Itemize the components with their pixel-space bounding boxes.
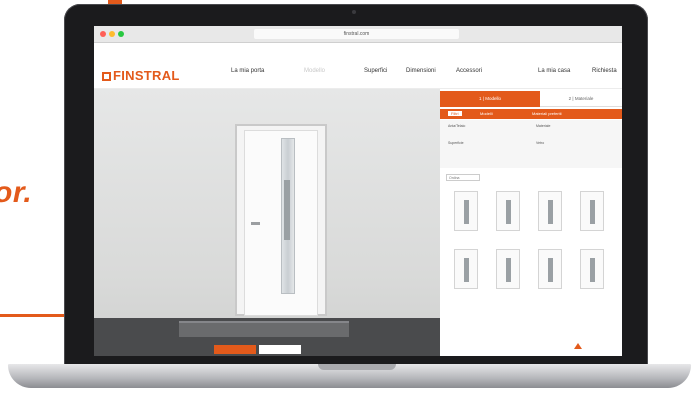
- scroll-up-arrow-icon[interactable]: [574, 343, 582, 349]
- view-inside-button[interactable]: [259, 345, 301, 354]
- view-outside-button[interactable]: [214, 345, 256, 354]
- filter-label-superficie: Superficie: [448, 141, 464, 145]
- orange-accent-line: [0, 314, 72, 317]
- filter-section: [440, 120, 622, 168]
- laptop-notch: [318, 364, 396, 370]
- model-thumbnail[interactable]: [454, 249, 478, 289]
- top-utility-strip: [94, 43, 622, 53]
- configurator-panel: 1 | Modello 2 | Materiale Filtri Modelli…: [440, 89, 622, 356]
- nav-item-la-mia-porta[interactable]: La mia porta: [231, 68, 264, 74]
- model-thumbnail[interactable]: [454, 191, 478, 231]
- model-thumbnail[interactable]: [496, 249, 520, 289]
- nav-item-richiesta[interactable]: Richiesta: [592, 68, 617, 74]
- nav-item-accessori[interactable]: Accessori: [456, 68, 482, 74]
- tab-modello[interactable]: 1 | Modello: [440, 91, 540, 107]
- finstral-logo[interactable]: FINSTRAL: [102, 68, 180, 83]
- browser-titlebar: finstral.com: [94, 26, 622, 43]
- url-bar[interactable]: finstral.com: [254, 29, 459, 39]
- logo-text: FINSTRAL: [113, 68, 180, 83]
- model-thumbnail[interactable]: [538, 191, 562, 231]
- background-headline-fragment: or.: [0, 176, 33, 209]
- nav-item-superfici[interactable]: Superfici: [364, 68, 387, 74]
- filter-label-materiale: Materiale: [536, 124, 551, 128]
- model-thumbnail[interactable]: [496, 191, 520, 231]
- minimize-dot-icon[interactable]: [109, 31, 115, 37]
- laptop-base: [8, 364, 691, 388]
- maximize-dot-icon[interactable]: [118, 31, 124, 37]
- model-thumbnail[interactable]: [538, 249, 562, 289]
- door-step: [179, 321, 349, 337]
- logo-mark-icon: [102, 72, 111, 81]
- camera-icon: [352, 10, 356, 14]
- close-dot-icon[interactable]: [100, 31, 106, 37]
- nav-item-modello[interactable]: Modello: [304, 68, 325, 74]
- model-thumbnail[interactable]: [580, 191, 604, 231]
- subtab-bar: [440, 109, 622, 119]
- subtab-materiali-preferiti[interactable]: Materiali preferiti: [532, 111, 562, 116]
- model-thumbnail[interactable]: [580, 249, 604, 289]
- subtab-filtri[interactable]: Filtri: [448, 111, 462, 116]
- sort-dropdown[interactable]: Ordina: [446, 174, 480, 181]
- laptop-screen: finstral.com FINSTRAL La mia porta Model…: [94, 26, 622, 356]
- nav-item-la-mia-casa[interactable]: La mia casa: [538, 68, 570, 74]
- door-handle: [251, 222, 260, 225]
- tab-materiale[interactable]: 2 | Materiale: [540, 91, 622, 107]
- door-glass-pattern: [284, 180, 290, 240]
- filter-label-anta: Anta/Telaio: [448, 124, 466, 128]
- filter-label-vetro: Vetro: [536, 141, 545, 145]
- nav-item-dimensioni[interactable]: Dimensioni: [406, 68, 436, 74]
- subtab-modelli[interactable]: Modelli: [480, 111, 493, 116]
